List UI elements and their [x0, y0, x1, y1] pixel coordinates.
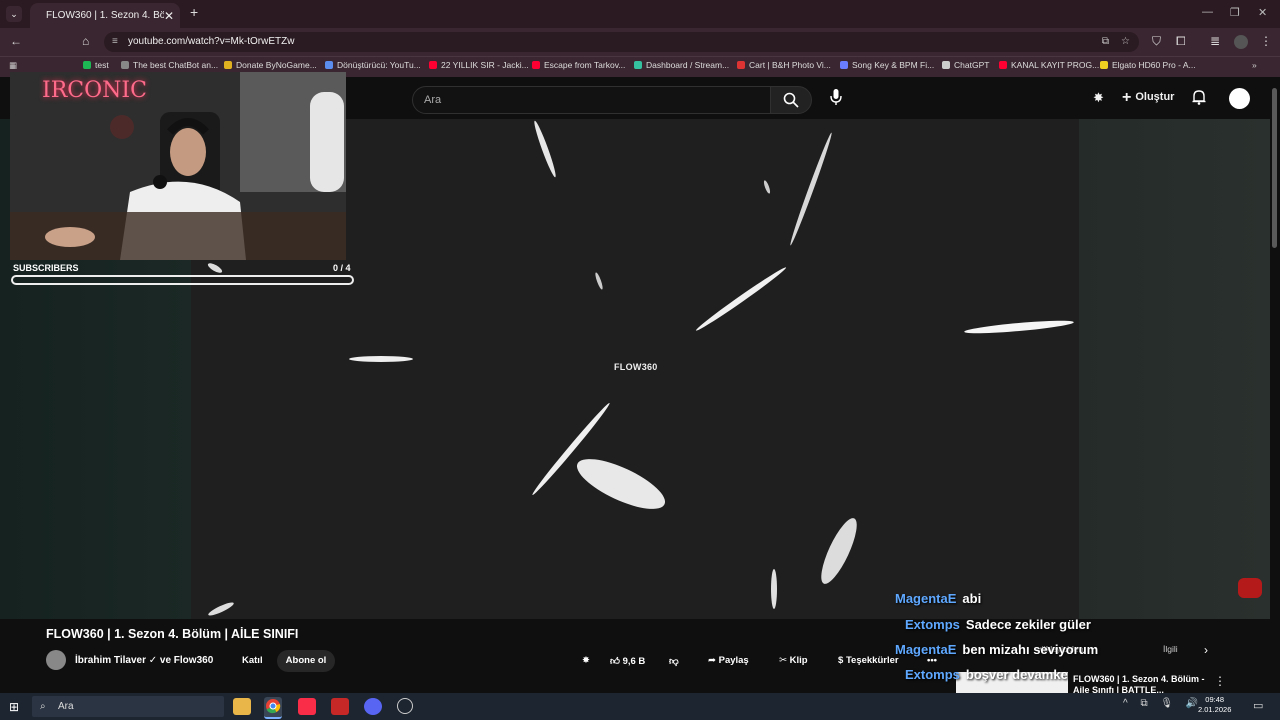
taskbar-search-input[interactable]: ⌕ Ara	[32, 696, 224, 717]
bookmark-item[interactable]: Escape from Tarkov...	[532, 60, 625, 70]
channel-logo: IRCONIC	[42, 78, 147, 103]
bookmark-item[interactable]: Dashboard / Stream...	[634, 60, 729, 70]
like-button[interactable]: 👍︎ 9,6 B	[610, 655, 645, 667]
search-button[interactable]	[770, 86, 812, 114]
notifications-icon[interactable]: ▭	[1253, 699, 1263, 712]
bookmark-item[interactable]: KANAL KAYIT PROG...	[999, 60, 1099, 70]
voice-search-button[interactable]	[826, 88, 846, 110]
back-icon[interactable]: ←	[10, 34, 22, 48]
tab-title: FLOW360 | 1. Sezon 4. Bölüm |	[46, 10, 164, 21]
site-info-icon[interactable]: ≡	[112, 32, 118, 52]
menu-icon[interactable]: ⋮	[1260, 34, 1272, 48]
bookmark-item[interactable]: Elgato HD60 Pro - A...	[1100, 60, 1196, 70]
bookmark-item[interactable]: ChatGPT	[942, 60, 989, 70]
clip-button[interactable]: ✂ Klip	[779, 655, 808, 666]
system-tray[interactable]: ^ ⧉ 🎙 🔊	[1123, 698, 1203, 709]
bookmarks-overflow-icon[interactable]: »	[1252, 60, 1257, 70]
extensions-icon[interactable]: ⧠	[1176, 34, 1186, 49]
tab-close-icon[interactable]: ✕	[164, 5, 174, 27]
chat-message: MagentaE ben mizahı seviyorum	[895, 642, 1099, 657]
extension-icon[interactable]: ✸	[1093, 90, 1104, 106]
share-icon: ➦	[708, 655, 716, 666]
channel-avatar[interactable]	[46, 650, 66, 670]
search-icon	[783, 92, 799, 108]
thanks-icon: $	[838, 655, 844, 666]
subscribe-button[interactable]: Abone ol	[277, 650, 335, 672]
search-input[interactable]: Ara	[412, 86, 772, 114]
subscribers-goal-count: 0 / 4	[333, 263, 351, 273]
thumbs-down-icon: 👎︎	[669, 656, 679, 667]
discord-icon[interactable]	[364, 698, 382, 715]
bookmark-item[interactable]: test	[83, 60, 109, 70]
join-button[interactable]: Katıl	[242, 655, 263, 666]
bookmark-item[interactable]: 22 YILLIK SIR - Jacki...	[429, 60, 529, 70]
minimize-button[interactable]: —	[1202, 6, 1213, 18]
thanks-button[interactable]: $ Teşekkürler	[838, 655, 899, 666]
microphone-icon	[830, 89, 842, 105]
video-title: FLOW360 | 1. Sezon 4. Bölüm | AİLE SINIF…	[46, 627, 299, 641]
url-text: youtube.com/watch?v=Mk-tOrwETZw	[128, 36, 295, 47]
stream-alert-badge	[1238, 578, 1262, 598]
profile-avatar[interactable]	[1234, 35, 1248, 49]
page-scrollbar[interactable]	[1272, 88, 1277, 248]
create-button[interactable]: + Oluştur	[1122, 89, 1174, 107]
scissors-icon: ✂	[779, 655, 787, 666]
bookmark-item[interactable]: The best ChatBot an...	[121, 60, 218, 70]
related-tab-related[interactable]: İlgili	[1163, 644, 1178, 654]
apps-icon[interactable]: ▦	[9, 60, 17, 71]
chrome-icon[interactable]	[264, 697, 282, 719]
shield-icon[interactable]: ⛉	[1152, 34, 1161, 49]
home-icon[interactable]: ⌂	[82, 34, 89, 48]
bookmark-item[interactable]: Song Key & BPM Fi...	[840, 60, 934, 70]
subscribers-goal-bar	[11, 275, 354, 285]
subscribers-goal-label: SUBSCRIBERS	[13, 263, 79, 273]
close-window-button[interactable]: ✕	[1258, 6, 1267, 19]
channel-name[interactable]: İbrahim Tilaver ✓ ve Flow360	[75, 655, 213, 666]
share-button[interactable]: ➦ Paylaş	[708, 655, 749, 666]
media-icon[interactable]: ≣	[1210, 34, 1220, 48]
clock-time: 09:48	[1205, 695, 1225, 704]
extension-action-icon[interactable]: ✸	[582, 655, 590, 666]
taskbar-clock[interactable]: 09:48 2.01.2026	[1198, 695, 1231, 715]
new-tab-button[interactable]: +	[190, 4, 198, 20]
bookmark-item[interactable]: Cart | B&H Photo Vi...	[737, 60, 831, 70]
obs-icon[interactable]	[397, 698, 413, 714]
bookmark-item[interactable]: Dönüştürücü: YouTu...	[325, 60, 421, 70]
music-app-icon[interactable]	[298, 698, 316, 715]
chat-message: MagentaE abi	[895, 591, 982, 606]
bookmark-item[interactable]: Donate ByNoGame...	[224, 60, 317, 70]
notifications-bell-icon[interactable]	[1192, 89, 1206, 108]
dislike-button[interactable]: 👎︎	[669, 655, 679, 667]
install-app-icon[interactable]: ⧉	[1102, 32, 1109, 52]
browser-tab-active[interactable]: FLOW360 | 1. Sezon 4. Bölüm | ✕	[30, 3, 180, 28]
tab-search-button[interactable]: ⌄	[6, 6, 22, 22]
user-avatar[interactable]	[1229, 88, 1250, 109]
chat-message: Extomps boşver devamke	[905, 667, 1068, 682]
chat-message: Extomps Sadece zekiler güler	[905, 617, 1091, 632]
windows-start-icon[interactable]: ⊞	[9, 700, 19, 714]
clock-date: 2.01.2026	[1198, 705, 1232, 714]
thumbs-up-icon: 👍︎	[610, 656, 620, 667]
search-icon: ⌕	[40, 701, 46, 712]
bookmark-star-icon[interactable]: ☆	[1121, 32, 1130, 52]
chevron-right-icon[interactable]: ›	[1204, 643, 1208, 657]
video-brand-watermark: FLOW360	[614, 362, 658, 372]
plus-icon: +	[1122, 89, 1132, 106]
voicemeeter-icon[interactable]	[331, 698, 349, 715]
restore-button[interactable]: ❐	[1230, 6, 1240, 19]
address-bar[interactable]: ≡ youtube.com/watch?v=Mk-tOrwETZw ⧉ ☆	[104, 32, 1139, 52]
file-explorer-icon[interactable]	[233, 698, 251, 715]
related-video-menu-icon[interactable]: ⋮	[1214, 674, 1226, 688]
